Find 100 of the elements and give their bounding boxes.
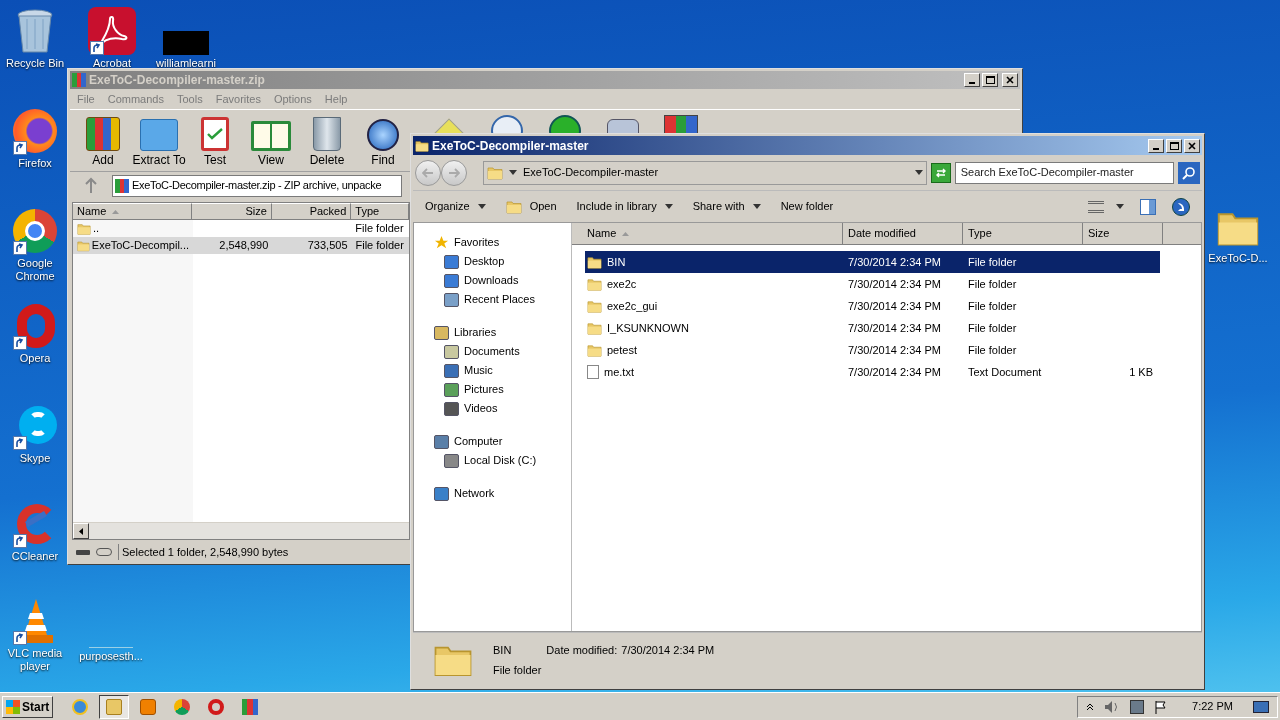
file-row[interactable]: ExeToC-Decompil... 2,548,990 733,505 File folder <box>73 237 409 254</box>
command-button[interactable]: Organize <box>425 198 486 215</box>
desktop-icon-label[interactable]: Google Chrome <box>3 257 67 283</box>
table-cell: File folder <box>968 255 1017 268</box>
minimize-button[interactable] <box>1148 138 1164 153</box>
search-button[interactable] <box>1178 161 1200 184</box>
file-row[interactable]: exe2c_gui 7/30/2014 2:34 PM File folder <box>585 295 1160 317</box>
nav-item[interactable]: Local Disk (C:) <box>414 451 571 470</box>
nav-item[interactable]: Pictures <box>414 380 571 399</box>
window-title: ExeToC-Decompiler-master <box>432 137 590 155</box>
view-list-icon[interactable] <box>1088 200 1104 213</box>
status-text: Selected 1 folder, 2,548,990 bytes <box>118 543 289 561</box>
nav-item[interactable]: Documents <box>414 342 571 361</box>
file-row[interactable]: I_KSUNKNOWN 7/30/2014 2:34 PM File folder <box>585 317 1160 339</box>
recycle-bin-icon <box>15 7 55 55</box>
desktop-icon-label[interactable]: Skype <box>19 452 51 465</box>
table-cell: 7/30/2014 2:34 PM <box>848 321 941 334</box>
desktop-icon-label[interactable]: Opera <box>19 352 51 365</box>
column-header[interactable]: Packed <box>271 203 352 220</box>
start-button[interactable]: Start <box>2 695 54 718</box>
file-row[interactable]: me.txt 7/30/2014 2:34 PM Text Document 1 KB <box>585 361 1160 383</box>
nav-item[interactable]: Libraries <box>414 323 571 342</box>
toolbar-button[interactable]: Delete <box>302 115 352 169</box>
nav-item[interactable]: Favorites <box>414 233 571 252</box>
toolbar-button[interactable]: Extract To <box>134 115 184 169</box>
folder-icon <box>77 238 90 253</box>
caret-icon <box>1116 204 1124 209</box>
column-header[interactable]: Date modified <box>843 223 963 245</box>
column-header[interactable]: Type <box>963 223 1083 245</box>
desktop-icon-label[interactable]: williamlearni <box>156 57 216 70</box>
table-cell: 7/30/2014 2:34 PM <box>848 343 941 356</box>
minimize-button[interactable] <box>964 73 980 87</box>
help-icon[interactable] <box>1172 197 1190 216</box>
computer-icon <box>434 434 449 449</box>
nav-item[interactable]: Music <box>414 361 571 380</box>
nav-item[interactable]: Downloads <box>414 271 571 290</box>
command-button[interactable]: New folder <box>780 198 834 215</box>
close-button[interactable] <box>1184 138 1200 153</box>
toolbar-button[interactable]: Test <box>190 115 240 169</box>
maximize-button[interactable] <box>982 73 998 87</box>
taskbar-button[interactable] <box>99 694 130 719</box>
network-icon[interactable] <box>1130 699 1145 714</box>
show-desktop-icon[interactable] <box>1253 700 1269 713</box>
folder-icon <box>505 198 522 215</box>
desktop-icon-label[interactable]: ExeToC-D... <box>1208 252 1268 265</box>
chevron-up-icon[interactable] <box>1086 702 1095 711</box>
folder-icon <box>106 698 123 715</box>
nav-item[interactable]: Computer <box>414 432 571 451</box>
play-icon <box>140 698 157 715</box>
table-cell: Text Document <box>968 365 1042 378</box>
horizontal-scrollbar[interactable] <box>73 522 409 539</box>
close-button[interactable] <box>1002 73 1018 87</box>
document-app-icon <box>88 7 136 55</box>
nav-item[interactable]: Recent Places <box>414 290 571 309</box>
folder-icon <box>587 342 602 358</box>
detail-label: Date modified: <box>546 642 618 658</box>
table-cell: 7/30/2014 2:34 PM <box>848 365 941 378</box>
address-bar[interactable]: ExeToC-Decompiler-master <box>483 160 927 185</box>
table-cell: File folder <box>968 299 1017 312</box>
command-button[interactable]: Include in library <box>576 198 673 215</box>
desktop-icon-label[interactable]: Firefox <box>18 157 52 170</box>
table-cell: 7/30/2014 2:34 PM <box>848 299 941 312</box>
address-field[interactable]: ExeToC-Decompiler-master.zip - ZIP archive, unpacke <box>112 174 402 197</box>
nav-item[interactable]: Videos <box>414 399 571 418</box>
stacked-books-icon <box>86 117 120 151</box>
archive-icon <box>115 178 129 193</box>
left-arrow-icon[interactable] <box>79 527 83 535</box>
maximize-button[interactable] <box>1166 138 1182 153</box>
nav-item[interactable]: Desktop <box>414 252 571 271</box>
forward-arrow-icon <box>448 167 460 178</box>
command-button[interactable]: Open <box>505 198 557 215</box>
folder-icon <box>487 164 503 181</box>
desktop-icon-label[interactable]: Acrobat <box>93 57 131 70</box>
toolbar-button[interactable]: Find <box>358 115 408 169</box>
file-row[interactable]: petest 7/30/2014 2:34 PM File folder <box>585 339 1160 361</box>
column-header[interactable]: Name <box>73 203 193 220</box>
preview-pane-icon[interactable] <box>1140 198 1156 215</box>
refresh-button[interactable] <box>930 162 951 183</box>
search-field[interactable]: Search ExeToC-Decompiler-master <box>954 161 1175 184</box>
nav-item[interactable]: Network <box>414 484 571 503</box>
close-icon <box>1006 76 1014 84</box>
detail-name: BIN <box>493 642 512 658</box>
toolbar-button[interactable]: View <box>246 115 296 169</box>
folder-icon <box>77 221 91 236</box>
column-header[interactable]: Name <box>572 223 843 245</box>
file-row[interactable]: BIN 7/30/2014 2:34 PM File folder <box>585 251 1160 273</box>
detail-type: File folder <box>493 663 543 678</box>
column-header[interactable]: Size <box>1083 223 1163 245</box>
table-cell: 7/30/2014 2:34 PM <box>848 255 941 268</box>
file-row[interactable]: .. File folder <box>73 220 409 237</box>
toolbar-button[interactable]: Add <box>78 115 128 169</box>
table-cell: File folder <box>968 343 1017 356</box>
desktop-icon-label[interactable]: CCleaner <box>11 550 59 563</box>
flag-icon[interactable] <box>1154 699 1169 714</box>
windows-logo-icon <box>6 699 20 714</box>
column-header[interactable]: Size <box>192 203 272 220</box>
desktop-icon-label[interactable]: Recycle Bin <box>5 57 65 70</box>
file-row[interactable]: exe2c 7/30/2014 2:34 PM File folder <box>585 273 1160 295</box>
command-button[interactable]: Share with <box>692 198 761 215</box>
text-file-icon <box>587 365 599 379</box>
